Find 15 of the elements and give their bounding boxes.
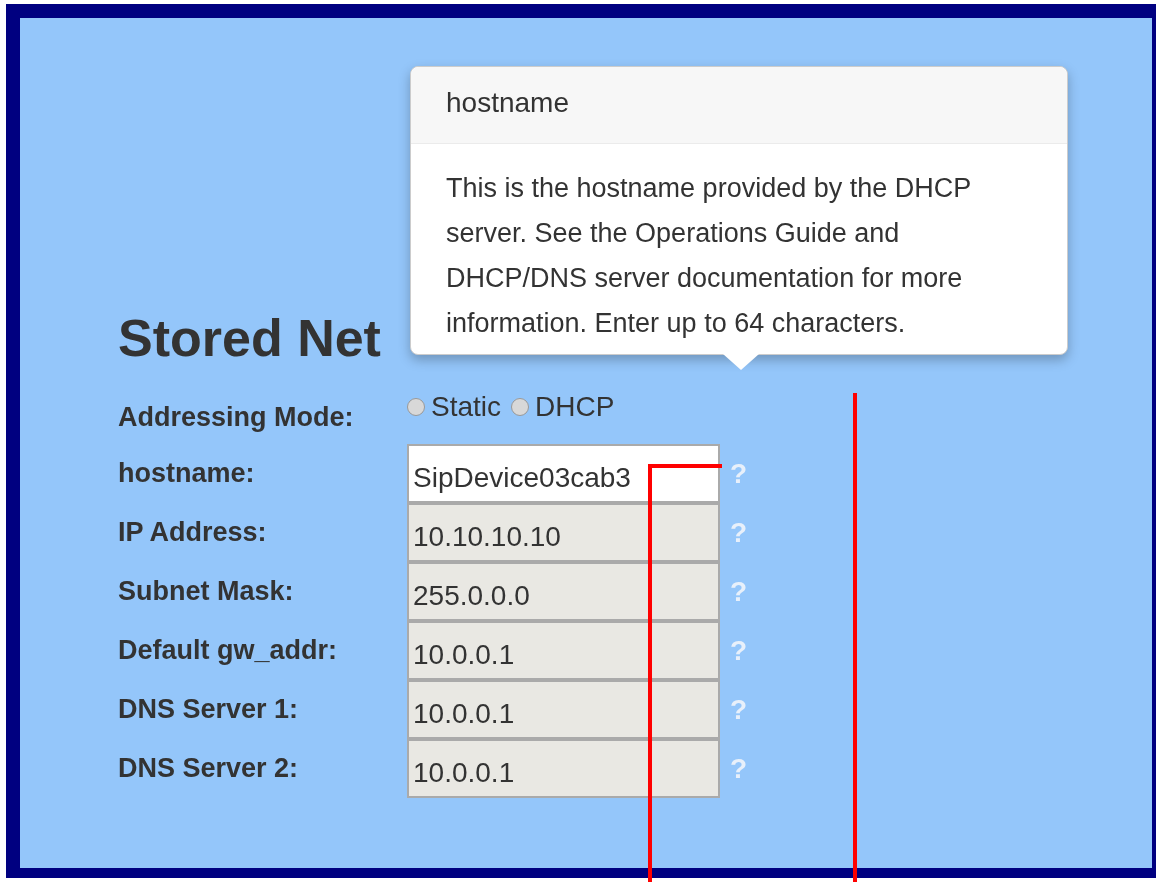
field-label: DNS Server 2: <box>118 753 300 784</box>
radio-label[interactable]: DHCP <box>535 391 615 423</box>
radio-button[interactable] <box>407 398 425 416</box>
field-label: Default gw_addr: <box>118 635 339 666</box>
radio-button[interactable] <box>511 398 530 416</box>
input-field[interactable]: SipDevice03cab3 <box>407 444 720 503</box>
popover-text: This is the hostname provided by the DHCP server. See the Operations Guide and DHCP/DNS server documentation for more information. Enter up to 64 characters. <box>446 172 972 340</box>
section-heading: Stored Net <box>118 308 381 368</box>
field-label: IP Address: <box>118 517 268 548</box>
radio-label[interactable]: Static <box>431 391 502 423</box>
popover-title: hostname <box>411 67 1067 144</box>
field-label: hostname: <box>118 458 256 489</box>
field-label: DNS Server 1: <box>118 694 300 725</box>
field-label: Addressing Mode: <box>118 401 355 434</box>
field-label: Subnet Mask: <box>118 576 295 607</box>
